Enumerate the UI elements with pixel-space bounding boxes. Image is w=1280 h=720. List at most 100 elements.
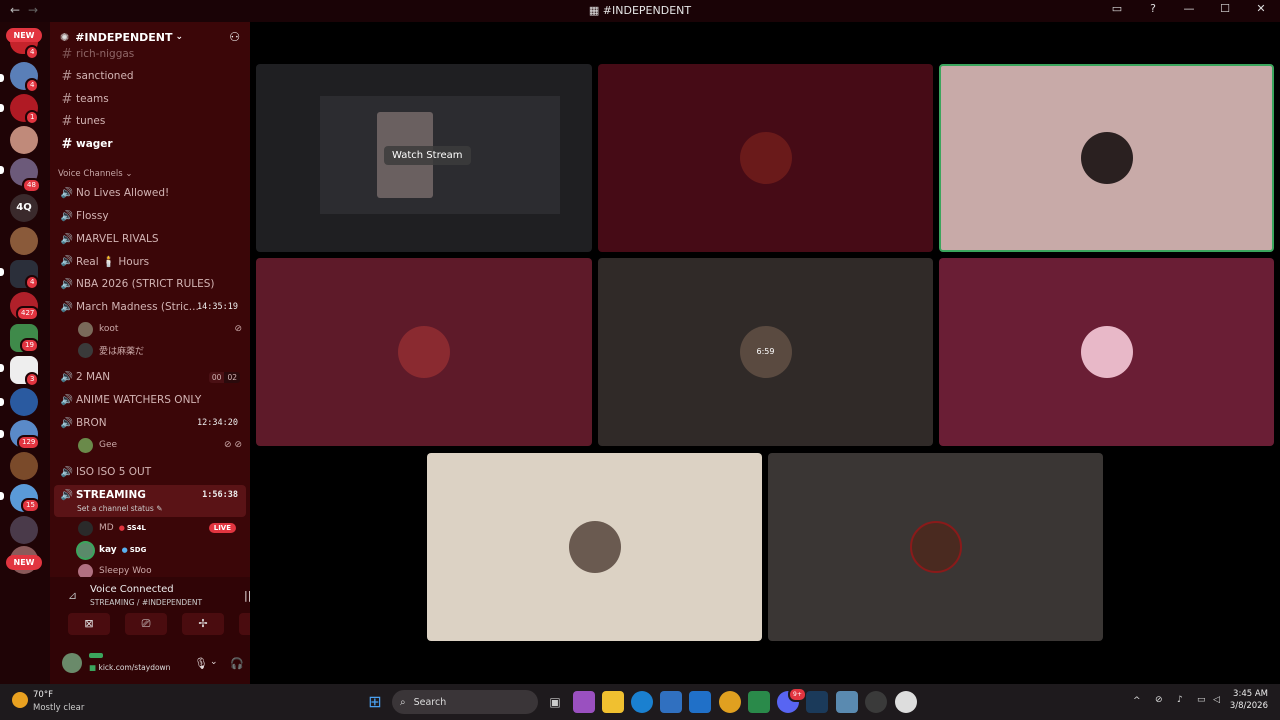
channel-label: Real 🕯️ Hours	[76, 255, 150, 268]
channel-label: sanctioned	[76, 70, 134, 82]
unread-pip	[0, 364, 4, 372]
voice-channel-no-lives[interactable]: 🔊 No Lives Allowed!	[58, 182, 246, 204]
participant-tile[interactable]	[256, 258, 592, 446]
channel-teams[interactable]: # teams	[58, 88, 246, 110]
chevron-down-icon[interactable]: ⌄	[210, 657, 218, 667]
chrome-icon[interactable]	[719, 691, 741, 713]
voice-channel-marvel[interactable]: 🔊 MARVEL RIVALS	[58, 228, 246, 250]
microphone-tray-icon[interactable]: ♪	[1177, 695, 1183, 705]
help-icon[interactable]: ?	[1142, 2, 1164, 15]
start-windows-icon[interactable]: ⊞	[364, 691, 386, 713]
participant-tile[interactable]	[768, 453, 1103, 641]
minimize-button[interactable]: —	[1178, 2, 1200, 15]
channel-status-text: Set a channel status	[77, 504, 154, 513]
unread-pip	[0, 74, 4, 82]
inbox-icon[interactable]: ▭	[1106, 2, 1128, 15]
hash-icon: ▦	[588, 4, 603, 17]
camera-off-button[interactable]: ⊠	[68, 613, 110, 635]
file-explorer-icon[interactable]	[602, 691, 624, 713]
server-icon[interactable]	[10, 516, 38, 544]
chevron-up-icon[interactable]: ^	[1133, 696, 1141, 706]
voice-channel-real-hours[interactable]: 🔊 Real 🕯️ Hours	[58, 250, 246, 272]
volume-icon[interactable]: ◁	[1213, 695, 1220, 705]
add-member-icon[interactable]: ⚇	[229, 30, 240, 44]
clock[interactable]: 3:45 AM 3/8/2026	[1230, 689, 1268, 711]
server-icon[interactable]	[10, 126, 38, 154]
voice-channel-iso[interactable]: 🔊 ISO ISO 5 OUT	[58, 461, 246, 483]
display-icon[interactable]: ▭	[1197, 695, 1206, 705]
new-unreads-pill[interactable]: NEW	[6, 555, 42, 570]
microphone-icon[interactable]: 🎙	[194, 657, 208, 670]
server-icon[interactable]	[10, 227, 38, 255]
voice-channel-anime[interactable]: 🔊 ANIME WATCHERS ONLY	[58, 389, 246, 411]
search-box[interactable]: ⌕ Search	[392, 690, 538, 714]
headphones-icon[interactable]: 🎧	[230, 657, 244, 670]
voice-category[interactable]: Voice Channels ⌄	[58, 169, 132, 179]
weather-temp[interactable]: 70°F	[33, 690, 53, 700]
voice-channel-bron[interactable]: 🔊 BRON 12:34:20	[58, 412, 246, 434]
mention-badge: 129	[17, 435, 41, 450]
participant-tile[interactable]: 6:59	[598, 258, 933, 446]
participant-avatar	[1080, 132, 1133, 184]
watch-stream-button[interactable]: Watch Stream	[384, 146, 471, 165]
participant-avatar	[568, 521, 621, 573]
copilot-icon[interactable]	[573, 691, 595, 713]
voice-user-kay[interactable]: kay ● SDG	[78, 540, 242, 560]
voice-user[interactable]: koot ⊘	[78, 319, 242, 339]
photos-icon[interactable]	[836, 691, 858, 713]
server-icon[interactable]	[10, 388, 38, 416]
user-name: MD	[99, 523, 114, 533]
store-icon[interactable]	[660, 691, 682, 713]
new-unreads-pill[interactable]: NEW	[6, 28, 42, 43]
app-icon[interactable]	[865, 691, 887, 713]
signal-icon[interactable]: ⊿	[68, 589, 77, 602]
server-icon[interactable]	[10, 452, 38, 480]
participant-tile-speaking[interactable]	[939, 64, 1274, 252]
voice-channel-2man[interactable]: 🔊 2 MAN 00 02	[58, 366, 246, 388]
stream-tile[interactable]: Watch Stream	[256, 64, 592, 252]
voice-channel-flossy[interactable]: 🔊 Flossy	[58, 205, 246, 227]
weather-icon[interactable]	[12, 692, 28, 708]
participant-tile[interactable]	[427, 453, 762, 641]
participant-tile[interactable]	[598, 64, 933, 252]
voice-channel-march[interactable]: 🔊 March Madness (Stric... 14:35:19	[58, 296, 246, 318]
steam-icon[interactable]	[806, 691, 828, 713]
edge-icon[interactable]	[631, 691, 653, 713]
speaker-icon: 🔊	[60, 417, 74, 429]
screen-share-button[interactable]: ⎚	[125, 613, 167, 635]
maximize-button[interactable]: ☐	[1214, 2, 1236, 15]
participant-tile[interactable]	[939, 258, 1274, 446]
user-avatar[interactable]	[62, 653, 82, 673]
channel-sanctioned[interactable]: # sanctioned	[58, 65, 246, 87]
voice-channel-nba[interactable]: 🔊 NBA 2026 (STRICT RULES)	[58, 273, 246, 295]
weather-desc[interactable]: Mostly clear	[33, 703, 84, 713]
unread-pip	[0, 430, 4, 438]
avatar	[78, 342, 93, 358]
channel-label: ANIME WATCHERS ONLY	[76, 394, 202, 406]
channel-rich[interactable]: # rich-niggas	[58, 43, 246, 65]
network-icon[interactable]: ⊘	[1155, 695, 1163, 705]
custom-status-text: kick.com/staydown	[98, 663, 171, 672]
close-button[interactable]: ✕	[1250, 2, 1272, 15]
channel-wager[interactable]: # wager	[58, 133, 246, 155]
tag-icon: ●	[121, 546, 128, 554]
obs-icon[interactable]	[895, 691, 917, 713]
channel-status[interactable]: Set a channel status ✎	[77, 504, 162, 513]
spreadsheet-icon[interactable]	[748, 691, 770, 713]
task-view-icon[interactable]: ▣	[544, 691, 566, 713]
voice-user-md[interactable]: MD ● SS4L LIVE	[78, 518, 242, 538]
channel-label: Flossy	[76, 210, 109, 222]
user-tag: SS4L	[126, 524, 146, 532]
voice-user[interactable]: Gee ⊘ ⊘	[78, 435, 242, 455]
outlook-icon[interactable]	[689, 691, 711, 713]
voice-channel-streaming[interactable]: 🔊 STREAMING 1:56:38	[58, 484, 246, 506]
speaker-icon: 🔊	[60, 371, 74, 383]
speaker-icon: 🔊	[60, 187, 74, 199]
channel-tunes[interactable]: # tunes	[58, 110, 246, 132]
activities-button[interactable]: ✢	[182, 613, 224, 635]
channel-label: ISO ISO 5 OUT	[76, 466, 152, 478]
voice-user[interactable]: 愛は麻薬だ	[78, 340, 242, 360]
speaker-icon: 🔊	[60, 301, 74, 313]
voice-connected-channel[interactable]: STREAMING / #INDEPENDENT	[90, 598, 202, 607]
server-4q[interactable]: 4Q	[10, 194, 38, 222]
